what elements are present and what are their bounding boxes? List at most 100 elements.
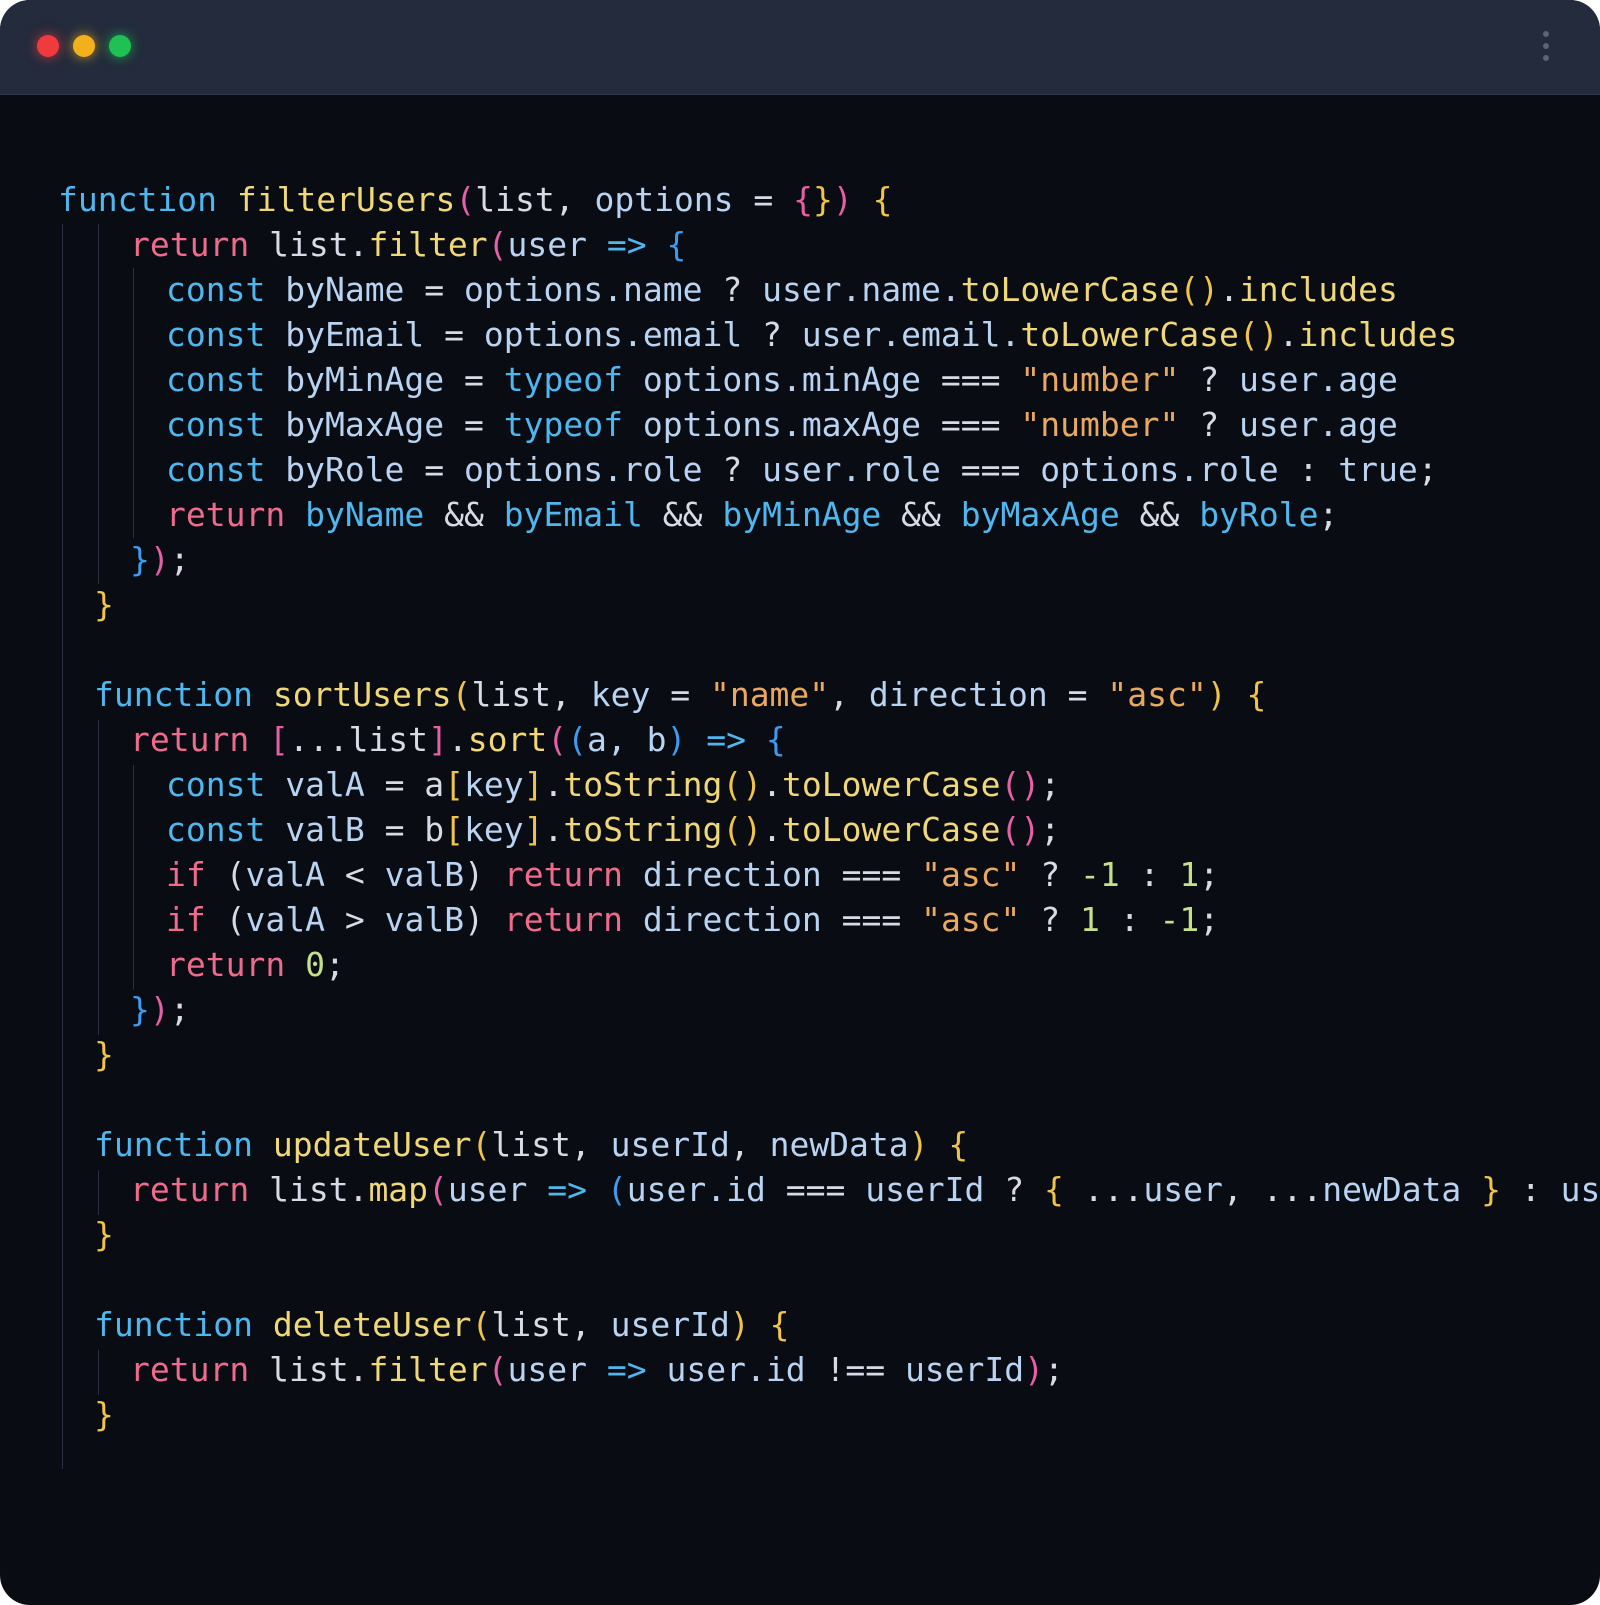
code-token-identifier: user bbox=[447, 1170, 528, 1209]
code-token-function-name: includes bbox=[1238, 270, 1398, 309]
code-token-declaration: const bbox=[166, 270, 266, 309]
kebab-menu-icon[interactable] bbox=[1542, 31, 1550, 61]
code-token-bracket-pink: ] bbox=[428, 720, 448, 759]
code-line: const valB = b[key].toString().toLowerCa… bbox=[0, 807, 1600, 852]
code-token-declaration: function bbox=[94, 675, 253, 714]
close-button[interactable] bbox=[37, 35, 59, 57]
code-token-identifier: newData bbox=[1322, 1170, 1462, 1209]
code-token-bracket-pink: ) bbox=[1024, 1350, 1045, 1389]
code-token-bracket-blue: ( bbox=[606, 1170, 627, 1209]
code-token-function-name: toLowerCase bbox=[782, 810, 1001, 849]
code-token-plain: . bbox=[543, 810, 564, 849]
code-token-identifier: user bbox=[1143, 1170, 1223, 1209]
code-token-plain: ? bbox=[1020, 855, 1081, 894]
code-token-function-name: updateUser bbox=[272, 1125, 472, 1164]
code-line: return list.map(user => (user.id === use… bbox=[0, 1167, 1600, 1212]
code-window: function filterUsers(list, options = {})… bbox=[0, 0, 1600, 1605]
code-token-identifier: a, b bbox=[587, 720, 667, 759]
minimize-button[interactable] bbox=[73, 35, 95, 57]
code-token-plain: : bbox=[1099, 900, 1160, 939]
code-token-identifier: user.name. bbox=[762, 270, 961, 309]
code-line: return [...list].sort((a, b) => { bbox=[0, 717, 1600, 762]
code-token-plain: list, bbox=[491, 1125, 611, 1164]
code-token-identifier: options.email bbox=[483, 315, 743, 354]
code-token-keyword: return bbox=[130, 1350, 250, 1389]
code-token-string: "asc" bbox=[921, 855, 1021, 894]
code-token-keyword: return bbox=[503, 855, 624, 894]
code-token-plain: ( bbox=[205, 900, 246, 939]
code-token-identifier: byName bbox=[285, 270, 405, 309]
code-token-bracket-yellow: () bbox=[722, 810, 763, 849]
code-token-plain: && bbox=[1119, 495, 1200, 534]
code-line: } bbox=[0, 582, 1600, 627]
maximize-button[interactable] bbox=[109, 35, 131, 57]
code-token-plain: ) bbox=[464, 900, 504, 939]
code-token-function-name: toString bbox=[563, 765, 723, 804]
code-token-declaration: byMinAge bbox=[722, 495, 882, 534]
code-line: if (valA < valB) return direction === "a… bbox=[0, 852, 1600, 897]
code-token-function-name: includes bbox=[1298, 315, 1458, 354]
code-token-string: "number" bbox=[1020, 360, 1180, 399]
code-token-identifier: user.id bbox=[626, 1170, 766, 1209]
code-token-plain: < bbox=[324, 855, 385, 894]
code-editor[interactable]: function filterUsers(list, options = {})… bbox=[0, 177, 1600, 1437]
code-token-identifier: valA bbox=[245, 855, 325, 894]
code-token-bracket-pink: () bbox=[1000, 810, 1041, 849]
code-token-declaration: typeof bbox=[503, 405, 623, 444]
code-token-bracket-pink: [ bbox=[269, 720, 289, 759]
code-token-bracket-yellow: } bbox=[1481, 1170, 1502, 1209]
code-token-plain: ? bbox=[984, 1170, 1045, 1209]
code-token-identifier: user.role bbox=[762, 450, 941, 489]
code-token-plain: ; bbox=[1040, 810, 1061, 849]
title-bar bbox=[0, 0, 1600, 95]
code-token-identifier: userId bbox=[610, 1125, 730, 1164]
code-token-function-name: toLowerCase bbox=[960, 270, 1180, 309]
code-token-plain: ? bbox=[702, 450, 763, 489]
code-token-plain: && bbox=[881, 495, 961, 534]
code-token-plain: = bbox=[444, 405, 504, 444]
code-token-identifier: user bbox=[1560, 1170, 1600, 1209]
code-token-plain: === bbox=[821, 900, 922, 939]
code-token-bracket-pink: ) bbox=[832, 180, 853, 219]
code-token-bracket-yellow: () bbox=[1238, 315, 1279, 354]
code-token-identifier: userId bbox=[865, 1170, 985, 1209]
code-token-plain: = a bbox=[364, 765, 445, 804]
code-token-plain: && bbox=[642, 495, 723, 534]
code-line: const byEmail = options.email ? user.ema… bbox=[0, 312, 1600, 357]
code-token-identifier: key bbox=[590, 675, 651, 714]
code-line: }); bbox=[0, 537, 1600, 582]
code-token-identifier: valA bbox=[245, 900, 325, 939]
code-token-identifier: options.role bbox=[464, 450, 703, 489]
code-line: if (valA > valB) return direction === "a… bbox=[0, 897, 1600, 942]
code-token-plain: = bbox=[650, 675, 710, 714]
code-token-plain: ? bbox=[1179, 360, 1239, 399]
code-token-identifier: options.role bbox=[1040, 450, 1279, 489]
code-token-plain: ; bbox=[1199, 900, 1220, 939]
code-token-bracket-yellow: ] bbox=[523, 810, 544, 849]
code-token-bracket-yellow: } bbox=[94, 1215, 114, 1254]
code-token-plain: ? bbox=[1179, 405, 1239, 444]
code-token-declaration: const bbox=[166, 315, 266, 354]
code-line: } bbox=[0, 1212, 1600, 1257]
code-line: }); bbox=[0, 987, 1600, 1032]
code-token-plain: = bbox=[733, 180, 794, 219]
code-token-declaration: => bbox=[606, 1350, 647, 1389]
code-token-bracket-pink: ( bbox=[547, 720, 568, 759]
code-token-plain: ; bbox=[1318, 495, 1339, 534]
code-token-plain: ; bbox=[1044, 1350, 1064, 1389]
